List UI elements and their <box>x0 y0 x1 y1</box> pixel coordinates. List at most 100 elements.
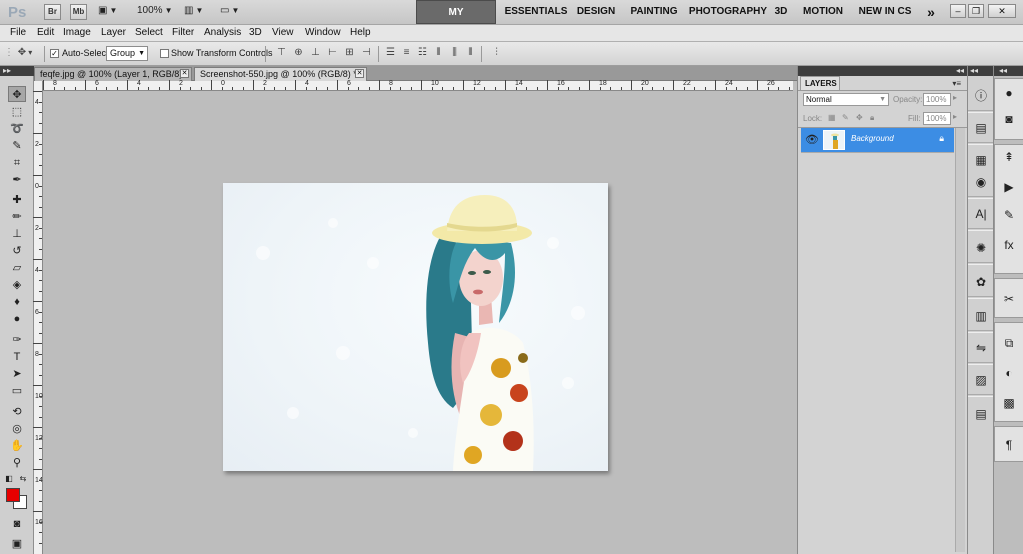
vertical-ruler[interactable]: 4 2 0 2 4 6 8 10 12 14 16 <box>33 81 43 554</box>
mini-bridge-panel-button[interactable]: ▨ <box>971 370 991 390</box>
paths-panel-button[interactable]: ✎ <box>999 205 1019 225</box>
brush-panel-button[interactable]: ✿ <box>971 272 991 292</box>
quick-selection-tool[interactable]: ✎ <box>8 138 26 154</box>
move-tool[interactable]: ✥ <box>8 86 26 102</box>
zoom-tool[interactable]: ⚲ <box>8 455 26 471</box>
align-horizontal-centers-icon[interactable]: ⊞ <box>343 47 356 59</box>
menu-window[interactable]: Window <box>305 27 341 38</box>
align-bottom-edges-icon[interactable]: ⊥ <box>309 47 322 59</box>
dodge-tool[interactable]: ● <box>8 311 26 327</box>
crop-tool[interactable]: ⌗ <box>8 155 26 171</box>
menu-edit[interactable]: Edit <box>37 27 54 38</box>
distribute-horizontal-centers-icon[interactable]: ⫼ <box>448 47 461 59</box>
document-tab-active[interactable]: Screenshot-550.jpg @ 100% (RGB/8) * ✕ <box>194 67 367 81</box>
measurement-log-panel-button[interactable]: ⇋ <box>971 338 991 358</box>
swatches-panel-button[interactable]: ◐ <box>999 363 1019 383</box>
menu-layer[interactable]: Layer <box>101 27 126 38</box>
align-vertical-centers-icon[interactable]: ⊕ <box>292 47 305 59</box>
close-icon[interactable]: ✕ <box>355 69 364 78</box>
screen-mode-dropdown[interactable]: ▭ ▼ <box>220 5 239 16</box>
history-panel-button[interactable]: ⇞ <box>999 147 1019 167</box>
path-selection-tool[interactable]: ➤ <box>8 366 26 382</box>
workspace-motion[interactable]: MOTION <box>800 0 846 24</box>
info-panel-button[interactable]: ● <box>999 83 1019 103</box>
marquee-tool[interactable]: ⬚ <box>8 104 26 120</box>
align-right-edges-icon[interactable]: ⊣ <box>360 47 373 59</box>
chevron-right-icon[interactable]: ▸ <box>953 93 957 102</box>
workspace-painting[interactable]: PAINTING <box>625 0 683 24</box>
opacity-input[interactable]: 100% <box>923 93 951 106</box>
panel-grip[interactable]: ◂◂ <box>798 66 968 76</box>
layer-row-background[interactable]: 👁︎ Background 🔒︎ <box>801 128 954 152</box>
info-panel-button[interactable]: ⓘ <box>971 86 991 106</box>
auto-select-target-dropdown[interactable]: Group ▼ <box>106 46 148 61</box>
animation-panel-button[interactable]: ▥ <box>971 306 991 326</box>
eye-icon[interactable]: 👁︎ <box>805 133 819 146</box>
align-top-edges-icon[interactable]: ⊤ <box>275 47 288 59</box>
blur-tool[interactable]: ♦ <box>8 294 26 310</box>
paint-bucket-tool[interactable]: ◈ <box>8 277 26 293</box>
3d-orbit-tool[interactable]: ◎ <box>8 421 26 437</box>
document-workspace[interactable] <box>43 91 793 554</box>
distribute-vertical-centers-icon[interactable]: ≡ <box>400 47 413 59</box>
3d-rotate-tool[interactable]: ⟲ <box>8 404 26 420</box>
chevron-right-icon[interactable]: ▸ <box>953 112 957 121</box>
layers-list-empty-area[interactable] <box>801 152 954 552</box>
document-tab[interactable]: feqfe.jpg @ 100% (Layer 1, RGB/8) * ✕ <box>34 67 192 81</box>
restore-window-button[interactable]: ❐ <box>968 4 984 18</box>
workspace-new-in-cs5[interactable]: NEW IN CS 5 <box>855 0 915 41</box>
auto-align-layers-icon[interactable]: ⫶ <box>490 47 503 59</box>
workspace-design[interactable]: DESIGN <box>574 0 618 24</box>
adjustments-panel-button[interactable]: ◉ <box>971 172 991 192</box>
hand-tool[interactable]: ✋ <box>8 438 26 454</box>
align-left-edges-icon[interactable]: ⊢ <box>326 47 339 59</box>
view-extras-dropdown[interactable]: ▣ ▼ <box>98 5 117 16</box>
lasso-tool[interactable]: ➰ <box>8 121 26 137</box>
default-colors-button[interactable]: ◧ <box>4 474 14 484</box>
panel-menu-icon[interactable]: ▾≡ <box>952 79 961 88</box>
zoom-level-dropdown[interactable]: 100% ▼ <box>137 5 173 16</box>
more-workspaces-button[interactable]: » <box>922 0 940 24</box>
channels-panel-button[interactable]: ◙ <box>999 109 1019 129</box>
distribute-bottom-edges-icon[interactable]: ☷ <box>416 47 429 59</box>
menu-file[interactable]: File <box>10 27 26 38</box>
color-panel-button[interactable]: ▦ <box>971 150 991 170</box>
type-tool[interactable]: T <box>8 349 26 365</box>
workspace-essentials[interactable]: ESSENTIALS <box>502 0 570 24</box>
fill-input[interactable]: 100% <box>923 112 951 125</box>
blend-mode-dropdown[interactable]: Normal ▼ <box>803 93 889 106</box>
menu-help[interactable]: Help <box>350 27 371 38</box>
lock-position-icon[interactable]: ✥ <box>856 113 863 122</box>
masks-panel-button[interactable]: ▩ <box>999 393 1019 413</box>
horizontal-ruler[interactable]: 8 6 4 2 0 2 4 6 8 10 12 14 16 18 20 22 2… <box>43 80 793 91</box>
dock-grip[interactable]: ◂◂ <box>994 66 1023 76</box>
clone-source-panel-button[interactable]: ✺ <box>971 238 991 258</box>
auto-select-checkbox[interactable]: ✓ <box>50 49 59 58</box>
document-canvas[interactable] <box>223 183 608 471</box>
layers-scrollbar[interactable] <box>955 128 965 552</box>
close-icon[interactable]: ✕ <box>180 69 189 78</box>
healing-brush-tool[interactable]: ✚ <box>8 192 26 208</box>
navigator-panel-button[interactable]: ▤ <box>971 118 991 138</box>
shape-tool[interactable]: ▭ <box>8 383 26 399</box>
lock-all-icon[interactable]: 🔒︎ <box>870 113 874 123</box>
minimize-window-button[interactable]: – <box>950 4 966 18</box>
paragraph-panel-button[interactable]: ¶ <box>999 435 1019 455</box>
launch-bridge-button[interactable]: Br <box>44 4 61 20</box>
menu-3d[interactable]: 3D <box>249 27 262 38</box>
menu-view[interactable]: View <box>272 27 294 38</box>
distribute-left-edges-icon[interactable]: ⫴ <box>432 47 445 59</box>
show-transform-controls-checkbox[interactable] <box>160 49 169 58</box>
tools-panel-grip[interactable]: ▸▸ <box>0 66 34 76</box>
distribute-right-edges-icon[interactable]: ⦀ <box>464 47 477 59</box>
workspace-3d[interactable]: 3D <box>772 0 790 24</box>
clone-stamp-tool[interactable]: ⊥ <box>8 226 26 242</box>
notes-panel-button[interactable]: ▤ <box>971 404 991 424</box>
menu-filter[interactable]: Filter <box>172 27 194 38</box>
workspace-photography[interactable]: PHOTOGRAPHY <box>688 0 768 24</box>
history-brush-tool[interactable]: ↺ <box>8 243 26 259</box>
arrange-documents-dropdown[interactable]: ▥ ▼ <box>184 5 203 16</box>
menu-image[interactable]: Image <box>63 27 91 38</box>
lock-transparent-icon[interactable]: ▦ <box>828 113 836 122</box>
collapse-icon[interactable]: ◂◂ <box>956 66 964 76</box>
